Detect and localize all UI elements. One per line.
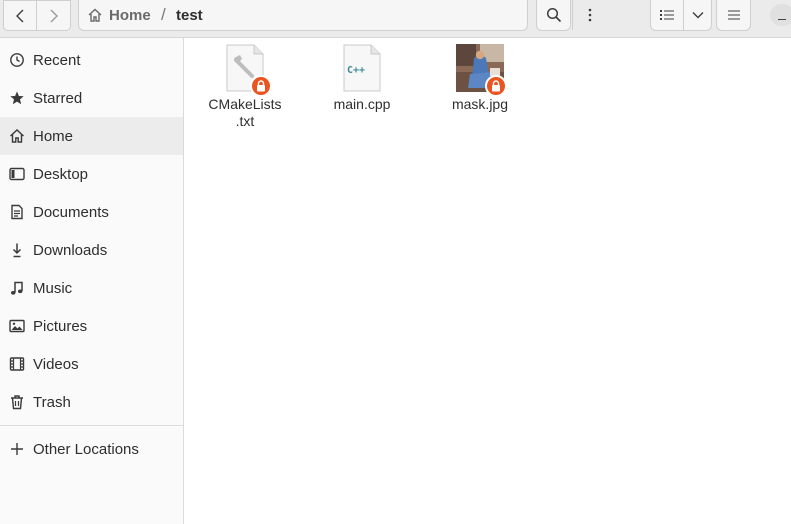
list-view-icon	[660, 10, 674, 20]
file-view: CMakeLists .txt C++ main.cpp mask.jpg	[185, 38, 791, 524]
sidebar-item-videos[interactable]: Videos	[0, 345, 183, 383]
sidebar-item-label: Other Locations	[33, 440, 139, 458]
film-icon	[9, 357, 25, 371]
sidebar-item-trash[interactable]: Trash	[0, 383, 183, 421]
file-thumbnail	[221, 44, 272, 97]
chevron-right-icon	[50, 9, 58, 22]
trash-icon	[11, 395, 23, 410]
sidebar-item-label: Home	[33, 127, 74, 145]
view-options-dropdown[interactable]	[683, 0, 712, 31]
breadcrumb-separator: /	[161, 5, 166, 24]
sidebar-item-label: Desktop	[33, 165, 89, 183]
plus-icon	[11, 443, 23, 455]
sidebar-item-label: Trash	[33, 393, 71, 411]
breadcrumb-home[interactable]: Home	[87, 0, 151, 30]
sidebar-item-label: Starred	[33, 89, 83, 107]
search-button[interactable]	[536, 0, 571, 31]
sidebar-item-label: Videos	[33, 355, 79, 373]
sidebar-item-label: Documents	[33, 203, 109, 221]
breadcrumb-home-label: Home	[109, 6, 151, 24]
file-item-mask-jpg[interactable]: mask.jpg	[425, 44, 535, 113]
main-menu-button[interactable]	[716, 0, 751, 31]
music-note-icon	[11, 281, 23, 295]
vertical-dots-icon	[588, 8, 592, 22]
list-view-button[interactable]	[650, 0, 684, 31]
breadcrumb-current-label: test	[176, 6, 203, 24]
file-name: mask.jpg	[451, 96, 509, 112]
file-item-main-cpp[interactable]: C++ main.cpp	[307, 44, 417, 113]
breadcrumb-current[interactable]: test	[176, 0, 203, 30]
file-name: CMakeLists .txt	[208, 96, 282, 129]
search-icon	[546, 7, 561, 23]
sidebar-item-home[interactable]: Home	[0, 117, 183, 155]
sidebar-divider	[0, 425, 183, 426]
sidebar-item-label: Recent	[33, 51, 81, 69]
sidebar: Recent Starred Home Desktop Documents Do…	[0, 38, 184, 524]
sidebar-item-label: Pictures	[33, 317, 88, 335]
lock-icon	[250, 75, 272, 97]
back-button[interactable]	[3, 0, 37, 31]
chevron-down-icon	[692, 12, 703, 19]
sidebar-item-other-locations[interactable]: Other Locations	[0, 430, 183, 468]
minimize-icon	[778, 19, 786, 20]
sidebar-item-documents[interactable]: Documents	[0, 193, 183, 231]
sidebar-item-desktop[interactable]: Desktop	[0, 155, 183, 193]
file-name: main.cpp	[333, 96, 391, 112]
hamburger-menu-icon	[727, 10, 740, 20]
sidebar-item-downloads[interactable]: Downloads	[0, 231, 183, 269]
chevron-left-icon	[16, 9, 24, 22]
header-bar: Home / test	[0, 0, 791, 38]
download-icon	[12, 243, 22, 258]
sidebar-item-recent[interactable]: Recent	[0, 41, 183, 79]
picture-icon	[9, 319, 25, 333]
home-icon	[88, 8, 102, 22]
minimize-button[interactable]	[770, 4, 791, 26]
desktop-icon	[9, 167, 25, 181]
sidebar-item-label: Downloads	[33, 241, 108, 259]
file-thumbnail	[456, 44, 507, 97]
path-bar: Home / test	[78, 0, 592, 31]
star-icon	[10, 91, 24, 105]
file-item-cmakelists[interactable]: CMakeLists .txt	[190, 44, 300, 130]
file-thumbnail: C++	[338, 44, 386, 94]
sidebar-item-pictures[interactable]: Pictures	[0, 307, 183, 345]
forward-button[interactable]	[36, 0, 71, 31]
cpp-badge: C++	[347, 65, 366, 76]
sidebar-item-music[interactable]: Music	[0, 269, 183, 307]
path-options-button[interactable]	[572, 0, 607, 30]
sidebar-item-label: Music	[33, 279, 73, 297]
clock-icon	[10, 53, 24, 67]
lock-icon	[485, 75, 507, 97]
home-icon	[10, 129, 24, 143]
document-icon	[11, 204, 23, 220]
sidebar-item-starred[interactable]: Starred	[0, 79, 183, 117]
